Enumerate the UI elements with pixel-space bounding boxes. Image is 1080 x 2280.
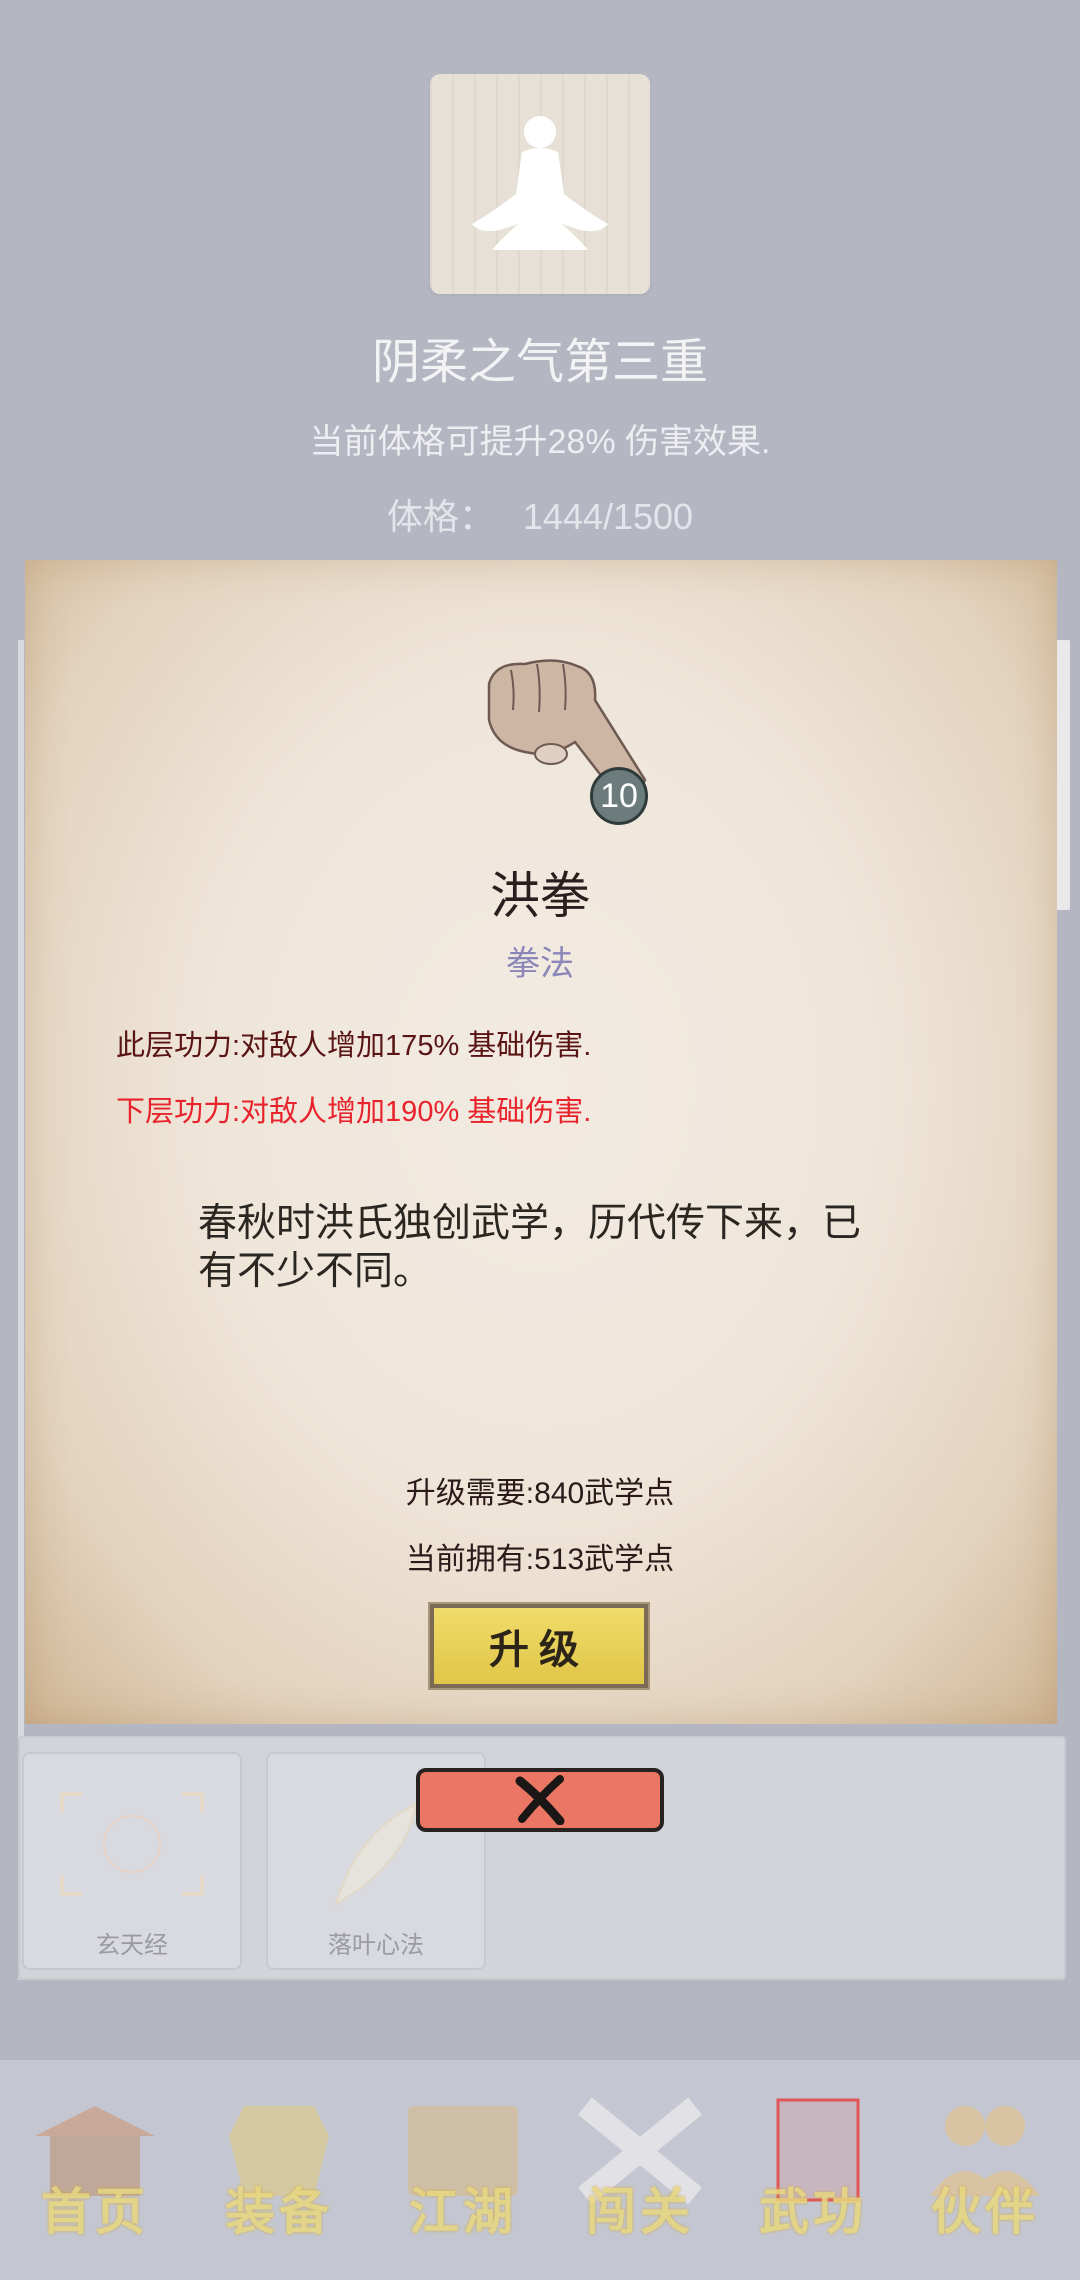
avatar bbox=[430, 74, 650, 294]
upgrade-requirement: 升级需要:840武学点 bbox=[405, 1477, 675, 1510]
nav-partners[interactable]: 伙伴 bbox=[900, 2060, 1070, 2280]
page-title: 阴柔之气第三重 bbox=[371, 336, 708, 389]
constitution-label: 体格： bbox=[386, 496, 495, 537]
skill-type: 拳法 bbox=[506, 945, 574, 983]
nav-jianghu-label: 江湖 bbox=[409, 2182, 517, 2241]
nav-jianghu[interactable]: 江湖 bbox=[378, 2060, 548, 2280]
constitution-value: 1444/1500 bbox=[522, 496, 694, 537]
current-effect: 此层功力:对敌人增加175% 基础伤害. bbox=[116, 1030, 592, 1062]
next-effect: 下层功力:对敌人增加190% 基础伤害. bbox=[116, 1096, 592, 1128]
skill-card-xuantianjing[interactable]: 玄天经 bbox=[22, 1752, 242, 1970]
close-icon bbox=[515, 1775, 565, 1825]
close-button[interactable] bbox=[416, 1768, 664, 1832]
page-subtitle: 当前体格可提升28% 伤害效果. bbox=[309, 423, 771, 461]
nav-home-label: 首页 bbox=[41, 2182, 149, 2241]
skill-card-name: 玄天经 bbox=[96, 1932, 168, 1959]
nav-home[interactable]: 首页 bbox=[10, 2060, 180, 2280]
skill-card-name: 落叶心法 bbox=[328, 1932, 424, 1959]
nav-equipment[interactable]: 装备 bbox=[194, 2060, 364, 2280]
upgrade-button[interactable]: 升级 bbox=[428, 1602, 650, 1690]
nav-partners-label: 伙伴 bbox=[931, 2182, 1039, 2241]
meditation-icon bbox=[472, 116, 608, 250]
skill-name: 洪拳 bbox=[490, 868, 590, 924]
current-points: 当前拥有:513武学点 bbox=[405, 1543, 675, 1576]
nav-martial-arts[interactable]: 武功 bbox=[728, 2060, 898, 2280]
bottom-nav: 首页 装备 江湖 闯关 武功 伙伴 bbox=[0, 2060, 1080, 2280]
nav-martial-arts-label: 武功 bbox=[759, 2182, 867, 2241]
constitution-stat: 体格： 1444/1500 bbox=[0, 488, 1080, 540]
nav-stage-label: 闯关 bbox=[586, 2182, 694, 2241]
nav-equipment-label: 装备 bbox=[225, 2182, 333, 2241]
skill-level-badge: 10 bbox=[590, 767, 648, 825]
xuantian-icon bbox=[60, 1792, 204, 1896]
skill-description: 春秋时洪氏独创武学，历代传下来，已有不少不同。 bbox=[198, 1202, 862, 1293]
nav-stage[interactable]: 闯关 bbox=[555, 2060, 725, 2280]
